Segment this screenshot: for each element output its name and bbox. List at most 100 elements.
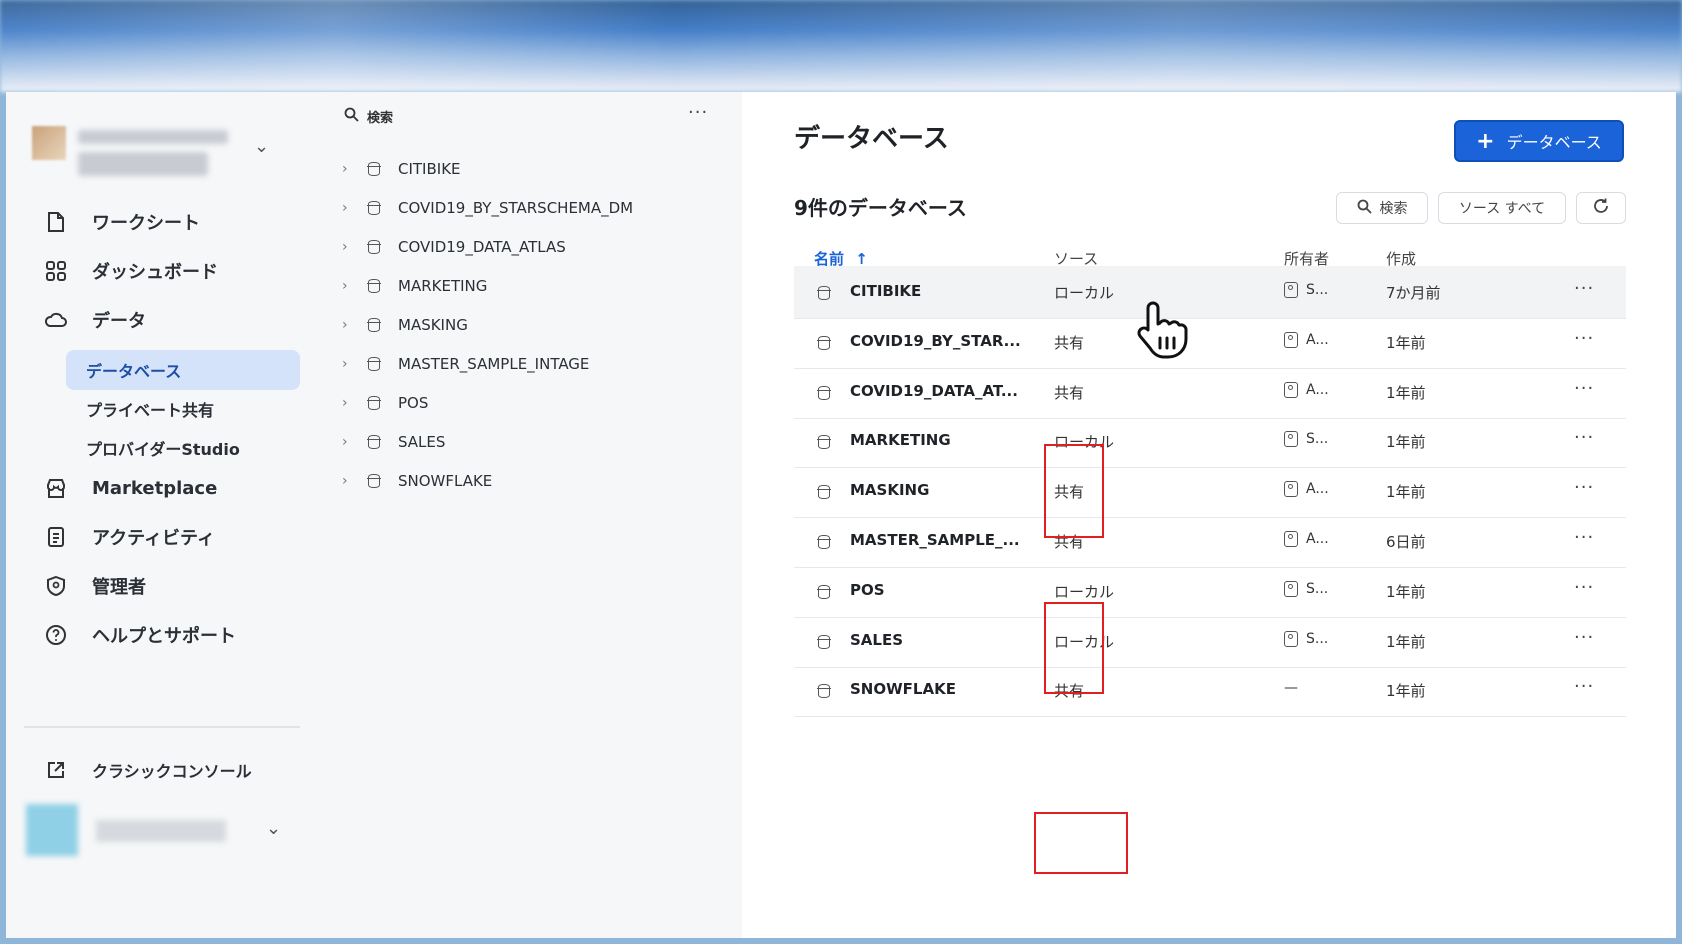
database-name[interactable]: CITIBIKE xyxy=(850,282,921,300)
more-options-icon[interactable]: ··· xyxy=(1574,627,1594,648)
database-name[interactable]: MASTER_SAMPLE_... xyxy=(850,531,1020,549)
more-options-icon[interactable]: ··· xyxy=(1574,577,1594,598)
user-avatar xyxy=(26,804,78,856)
source-filter-label: ソース すべて xyxy=(1458,201,1546,217)
table-row[interactable]: MASKING 共有 A... 1年前 ··· xyxy=(794,465,1626,519)
nav-item-marketplace[interactable]: Marketplace xyxy=(42,468,302,508)
nav-item-worksheets[interactable]: ワークシート xyxy=(42,202,302,242)
chevron-right-icon[interactable]: › xyxy=(342,356,356,372)
add-database-button[interactable]: + データベース xyxy=(1454,120,1624,162)
tree-item[interactable]: › MASKING xyxy=(342,310,468,340)
left-nav: ⌄ ワークシート ダッシュボード データ データベース プライベート共有 プロバ… xyxy=(6,92,317,938)
blurred-user-name xyxy=(96,820,226,842)
tree-item[interactable]: › SNOWFLAKE xyxy=(342,466,492,496)
chevron-right-icon[interactable]: › xyxy=(342,200,356,216)
role-icon xyxy=(1284,431,1298,448)
table-row[interactable]: MARKETING ローカル S... 1年前 ··· xyxy=(794,415,1626,469)
tree-item-label: MASTER_SAMPLE_INTAGE xyxy=(398,355,590,373)
table-row[interactable]: CITIBIKE ローカル S... 7か月前 ··· xyxy=(794,266,1626,319)
table-row[interactable]: MASTER_SAMPLE_... 共有 A... 6日前 ··· xyxy=(794,515,1626,568)
table-row[interactable]: COVID19_DATA_AT... 共有 A... 1年前 ··· xyxy=(794,366,1626,419)
more-options-icon[interactable]: ··· xyxy=(1574,427,1594,448)
tree-item[interactable]: › MARKETING xyxy=(342,271,487,301)
avatar xyxy=(32,126,66,160)
database-created: 1年前 xyxy=(1386,333,1426,352)
chevron-right-icon[interactable]: › xyxy=(342,239,356,255)
nav-label: アクティビティ xyxy=(92,528,215,549)
chevron-right-icon[interactable]: › xyxy=(342,434,356,450)
user-menu[interactable]: ⌄ xyxy=(26,804,296,856)
nav-label: 管理者 xyxy=(92,577,146,598)
table-row[interactable]: POS ローカル S... 1年前 ··· xyxy=(794,565,1626,618)
nav-item-help[interactable]: ヘルプとサポート xyxy=(42,615,302,655)
database-icon xyxy=(367,240,381,254)
external-link-icon xyxy=(42,756,70,784)
refresh-icon xyxy=(1592,197,1610,220)
chevron-right-icon[interactable]: › xyxy=(342,278,356,294)
more-options-icon[interactable]: ··· xyxy=(1574,676,1594,697)
source-filter-button[interactable]: ソース すべて xyxy=(1438,192,1566,224)
nav-item-admin[interactable]: 管理者 xyxy=(42,566,302,606)
tree-item[interactable]: › MASTER_SAMPLE_INTAGE xyxy=(342,349,589,379)
database-name[interactable]: MARKETING xyxy=(850,431,951,449)
tree-item-label: SALES xyxy=(398,433,446,451)
tree-item[interactable]: › SALES xyxy=(342,427,445,457)
nav-subitem-provider-studio[interactable]: プロバイダーStudio xyxy=(66,428,300,468)
owner-label: S... xyxy=(1306,282,1329,298)
table-row[interactable]: SNOWFLAKE 共有 —1年前 ··· xyxy=(794,664,1626,718)
owner-label: A... xyxy=(1306,481,1329,498)
table-row[interactable]: COVID19_BY_STAR... 共有 A... 1年前 ··· xyxy=(794,316,1626,369)
nav-label: プロバイダーStudio xyxy=(86,440,240,459)
chevron-right-icon[interactable]: › xyxy=(342,395,356,411)
database-created: 1年前 xyxy=(1386,483,1426,502)
search-button[interactable]: 検索 xyxy=(1336,192,1428,224)
more-options-icon[interactable]: ··· xyxy=(1574,328,1594,349)
nav-label: ヘルプとサポート xyxy=(92,626,236,647)
nav-item-data[interactable]: データ xyxy=(42,300,302,340)
database-name[interactable]: MASKING xyxy=(850,481,929,499)
database-owner: A... xyxy=(1284,331,1329,348)
table-row[interactable]: SALES ローカル S... 1年前 ··· xyxy=(794,615,1626,668)
database-created: 1年前 xyxy=(1386,582,1426,601)
nav-subitem-databases[interactable]: データベース xyxy=(66,350,300,390)
tree-item[interactable]: › COVID19_DATA_ATLAS xyxy=(342,232,566,262)
nav-item-classic-console[interactable]: クラシックコンソール xyxy=(42,750,302,790)
owner-label: — xyxy=(1284,680,1298,697)
database-icon xyxy=(817,286,831,300)
database-name[interactable]: SNOWFLAKE xyxy=(850,680,956,698)
owner-label: S... xyxy=(1306,580,1329,597)
database-name[interactable]: COVID19_DATA_AT... xyxy=(850,382,1018,400)
worksheet-icon xyxy=(42,208,70,236)
database-created: 6日前 xyxy=(1386,533,1426,551)
page-title: データベース xyxy=(794,124,949,154)
hand-cursor-icon xyxy=(1134,300,1188,373)
more-options-icon[interactable]: ··· xyxy=(1574,378,1594,399)
more-options-icon[interactable]: ··· xyxy=(1574,477,1594,498)
more-options-icon[interactable]: ··· xyxy=(688,102,708,123)
highlight-box xyxy=(1034,812,1128,874)
chevron-down-icon: ⌄ xyxy=(266,818,282,839)
chevron-right-icon[interactable]: › xyxy=(342,161,356,177)
account-switcher[interactable]: ⌄ xyxy=(32,126,282,186)
chevron-right-icon[interactable]: › xyxy=(342,317,356,333)
tree-item[interactable]: › POS xyxy=(342,388,428,418)
database-name[interactable]: POS xyxy=(850,581,885,599)
chevron-right-icon[interactable]: › xyxy=(342,473,356,489)
more-options-icon[interactable]: ··· xyxy=(1574,527,1594,548)
refresh-button[interactable] xyxy=(1576,192,1626,224)
database-name[interactable]: COVID19_BY_STAR... xyxy=(850,332,1021,350)
nav-subitem-private-sharing[interactable]: プライベート共有 xyxy=(66,389,300,429)
activity-icon xyxy=(42,523,70,551)
tree-search[interactable]: 検索 xyxy=(344,104,393,128)
more-options-icon[interactable]: ··· xyxy=(1574,278,1594,299)
chevron-down-icon: ⌄ xyxy=(254,136,270,157)
nav-item-dashboards[interactable]: ダッシュボード xyxy=(42,251,302,291)
nav-item-activity[interactable]: アクティビティ xyxy=(42,517,302,557)
role-icon xyxy=(1284,481,1298,498)
tree-item[interactable]: › CITIBIKE xyxy=(342,154,461,184)
database-created: 1年前 xyxy=(1386,383,1426,402)
database-name[interactable]: SALES xyxy=(850,631,903,649)
tree-item[interactable]: › COVID19_BY_STARSCHEMA_DM xyxy=(342,193,633,223)
tree-item-label: MASKING xyxy=(398,316,468,334)
role-icon xyxy=(1284,630,1298,647)
